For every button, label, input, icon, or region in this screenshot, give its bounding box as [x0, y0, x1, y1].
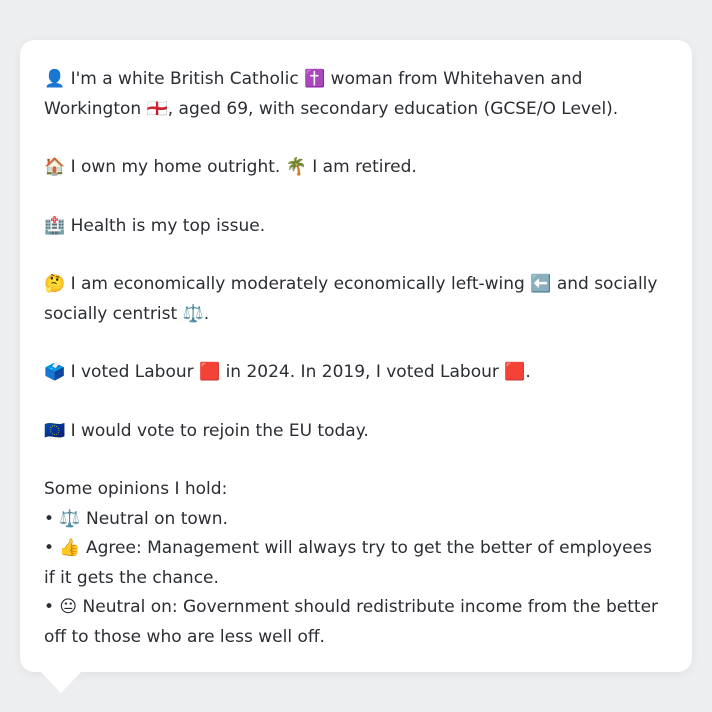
votes-text: 🗳️ I voted Labour 🟥 in 2024. In 2019, I … — [44, 362, 531, 382]
top-issue-text: 🏥 Health is my top issue. — [44, 215, 266, 236]
opinion-item: • 👍 Agree: Management will always try to… — [44, 538, 652, 588]
opinion-item: • 😐 Neutral on: Government should redist… — [44, 597, 659, 647]
opinions-header: Some opinions I hold: — [44, 479, 228, 499]
bubble-tail — [40, 671, 82, 693]
ideology-text: 🤔 I am economically moderately economica… — [44, 274, 658, 324]
opinion-item: • ⚖️ Neutral on town. — [44, 508, 228, 529]
home-text: 🏠 I own my home outright. 🌴 I am retired… — [44, 157, 417, 177]
eu-text: 🇪🇺 I would vote to rejoin the EU today. — [44, 420, 369, 441]
identity-text: 👤 I'm a white British Catholic ✝️ woman … — [44, 69, 619, 119]
persona-message-bubble: 👤 I'm a white British Catholic ✝️ woman … — [20, 40, 692, 672]
